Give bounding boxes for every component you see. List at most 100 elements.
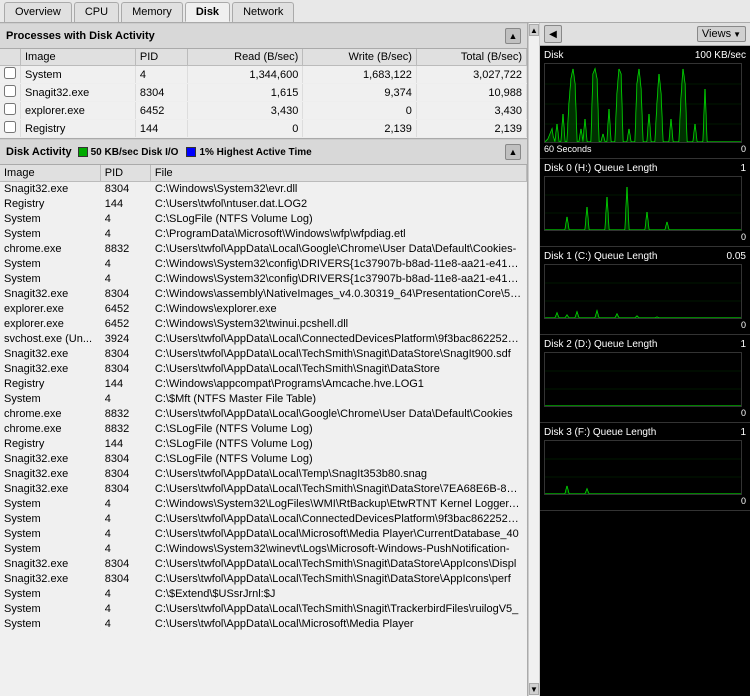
activity-pid: 144 xyxy=(100,197,150,212)
activity-file: C:\Windows\System32\evr.dll xyxy=(150,182,526,197)
activity-table-scroll[interactable]: Image PID File Snagit32.exe 8304 C:\Wind… xyxy=(0,165,527,696)
disk2-title: Disk 2 (D:) Queue Length xyxy=(544,339,657,350)
list-item: svchost.exe (Un... 3924 C:\Users\twfol\A… xyxy=(0,332,527,347)
activity-pid: 4 xyxy=(100,587,150,602)
disk-activity-section: Disk Activity 50 KB/sec Disk I/O 1% High… xyxy=(0,139,527,696)
activity-pid: 8304 xyxy=(100,287,150,302)
disk3-graph-section: Disk 3 (F:) Queue Length 1 0 xyxy=(540,423,750,511)
row-checkbox[interactable] xyxy=(4,103,16,115)
activity-pid: 8832 xyxy=(100,422,150,437)
row-read: 0 xyxy=(188,120,303,138)
processes-scroll[interactable]: Image PID Read (B/sec) Write (B/sec) Tot… xyxy=(0,49,527,138)
legend-io: 50 KB/sec Disk I/O xyxy=(78,147,179,158)
activity-file: C:\Users\twfol\AppData\Local\TechSmith\S… xyxy=(150,362,526,377)
left-panel: Processes with Disk Activity ▲ Image PID… xyxy=(0,23,528,696)
list-item: Registry 144 C:\Users\twfol\ntuser.dat.L… xyxy=(0,197,527,212)
row-checkbox-cell[interactable] xyxy=(0,84,21,102)
row-read: 1,615 xyxy=(188,84,303,102)
disk1-title: Disk 1 (C:) Queue Length xyxy=(544,251,657,262)
activity-file: C:\Windows\System32\config\DRIVERS{1c379… xyxy=(150,257,526,272)
activity-image: System xyxy=(0,257,100,272)
disk1-svg xyxy=(545,265,742,319)
row-checkbox-cell[interactable] xyxy=(0,66,21,84)
tab-disk[interactable]: Disk xyxy=(185,2,230,22)
row-checkbox[interactable] xyxy=(4,67,16,79)
disk2-bottom: 0 xyxy=(544,408,746,418)
list-item: System 4 C:\Windows\System32\LogFiles\WM… xyxy=(0,497,527,512)
row-checkbox[interactable] xyxy=(4,85,16,97)
tab-overview[interactable]: Overview xyxy=(4,2,72,22)
views-button[interactable]: Views ▼ xyxy=(697,26,746,42)
row-checkbox-cell[interactable] xyxy=(0,120,21,138)
row-image: Registry xyxy=(21,120,136,138)
disk-main-svg xyxy=(545,64,742,143)
list-item: Registry 144 C:\Windows\appcompat\Progra… xyxy=(0,377,527,392)
disk-main-value: 100 KB/sec xyxy=(695,50,746,61)
disk2-value: 1 xyxy=(740,339,746,350)
tab-cpu[interactable]: CPU xyxy=(74,2,119,22)
row-checkbox[interactable] xyxy=(4,121,16,133)
nav-back-btn[interactable]: ◀ xyxy=(544,25,562,43)
scroll-up-btn[interactable]: ▲ xyxy=(529,24,539,36)
scroll-down-btn[interactable]: ▼ xyxy=(529,683,539,695)
processes-collapse-btn[interactable]: ▲ xyxy=(505,28,521,44)
list-item: System 4 C:\Users\twfol\AppData\Local\Te… xyxy=(0,602,527,617)
activity-pid: 8304 xyxy=(100,572,150,587)
disk3-bottom: 0 xyxy=(544,496,746,506)
activity-pid: 8304 xyxy=(100,182,150,197)
main-scrollbar[interactable]: ▲ ▼ xyxy=(528,23,540,696)
activity-pid: 4 xyxy=(100,227,150,242)
activity-image: Snagit32.exe xyxy=(0,362,100,377)
activity-file: C:\Users\twfol\AppData\Local\ConnectedDe… xyxy=(150,512,526,527)
disk0-bottom: 0 xyxy=(544,232,746,242)
disk1-bottom: 0 xyxy=(544,320,746,330)
list-item: System 4 C:\$Extend\$USsrJrnl:$J xyxy=(0,587,527,602)
row-read: 1,344,600 xyxy=(188,66,303,84)
legend-active-box xyxy=(186,147,196,157)
activity-file: C:\SLogFile (NTFS Volume Log) xyxy=(150,212,526,227)
activity-pid: 4 xyxy=(100,617,150,632)
activity-image: chrome.exe xyxy=(0,422,100,437)
activity-file: C:\Users\twfol\AppData\Local\Microsoft\M… xyxy=(150,617,526,632)
row-checkbox-cell[interactable] xyxy=(0,102,21,120)
col-read: Read (B/sec) xyxy=(188,49,303,66)
activity-file: C:\Users\twfol\AppData\Local\TechSmith\S… xyxy=(150,347,526,362)
activity-image: explorer.exe xyxy=(0,302,100,317)
disk0-value: 1 xyxy=(740,163,746,174)
disk-activity-collapse-btn[interactable]: ▲ xyxy=(505,144,521,160)
disk-main-title: Disk xyxy=(544,50,563,61)
activity-file: C:\Windows\appcompat\Programs\Amcache.hv… xyxy=(150,377,526,392)
list-item: System 4 C:\ProgramData\Microsoft\Window… xyxy=(0,227,527,242)
activity-file: C:\Windows\System32\LogFiles\WMI\RtBacku… xyxy=(150,497,526,512)
row-pid: 8304 xyxy=(135,84,188,102)
activity-file: C:\Users\twfol\AppData\Local\TechSmith\S… xyxy=(150,602,526,617)
list-item: Registry 144 C:\SLogFile (NTFS Volume Lo… xyxy=(0,437,527,452)
row-total: 3,027,722 xyxy=(416,66,526,84)
list-item: Snagit32.exe 8304 C:\Users\twfol\AppData… xyxy=(0,482,527,497)
processes-table: Image PID Read (B/sec) Write (B/sec) Tot… xyxy=(0,49,527,138)
activity-pid: 8304 xyxy=(100,482,150,497)
activity-image: System xyxy=(0,602,100,617)
disk-activity-header-left: Disk Activity 50 KB/sec Disk I/O 1% High… xyxy=(6,146,312,158)
activity-image: System xyxy=(0,527,100,542)
activity-file: C:\Users\twfol\AppData\Local\Google\Chro… xyxy=(150,242,526,257)
row-image: Snagit32.exe xyxy=(21,84,136,102)
processes-header: Processes with Disk Activity ▲ xyxy=(0,23,527,49)
col-write: Write (B/sec) xyxy=(303,49,417,66)
list-item: Snagit32.exe 8304 C:\Users\twfol\AppData… xyxy=(0,362,527,377)
row-total: 10,988 xyxy=(416,84,526,102)
list-item: System 4 C:\Windows\System32\config\DRIV… xyxy=(0,257,527,272)
row-total: 3,430 xyxy=(416,102,526,120)
activity-pid: 4 xyxy=(100,257,150,272)
list-item: System 4 C:\SLogFile (NTFS Volume Log) xyxy=(0,212,527,227)
activity-pid: 4 xyxy=(100,602,150,617)
activity-pid: 8304 xyxy=(100,467,150,482)
activity-pid: 144 xyxy=(100,377,150,392)
activity-file: C:\SLogFile (NTFS Volume Log) xyxy=(150,452,526,467)
tab-memory[interactable]: Memory xyxy=(121,2,183,22)
activity-file: C:\$Mft (NTFS Master File Table) xyxy=(150,392,526,407)
right-header-left: ◀ xyxy=(544,25,562,43)
activity-image: Snagit32.exe xyxy=(0,452,100,467)
activity-file: C:\Windows\explorer.exe xyxy=(150,302,526,317)
tab-network[interactable]: Network xyxy=(232,2,294,22)
